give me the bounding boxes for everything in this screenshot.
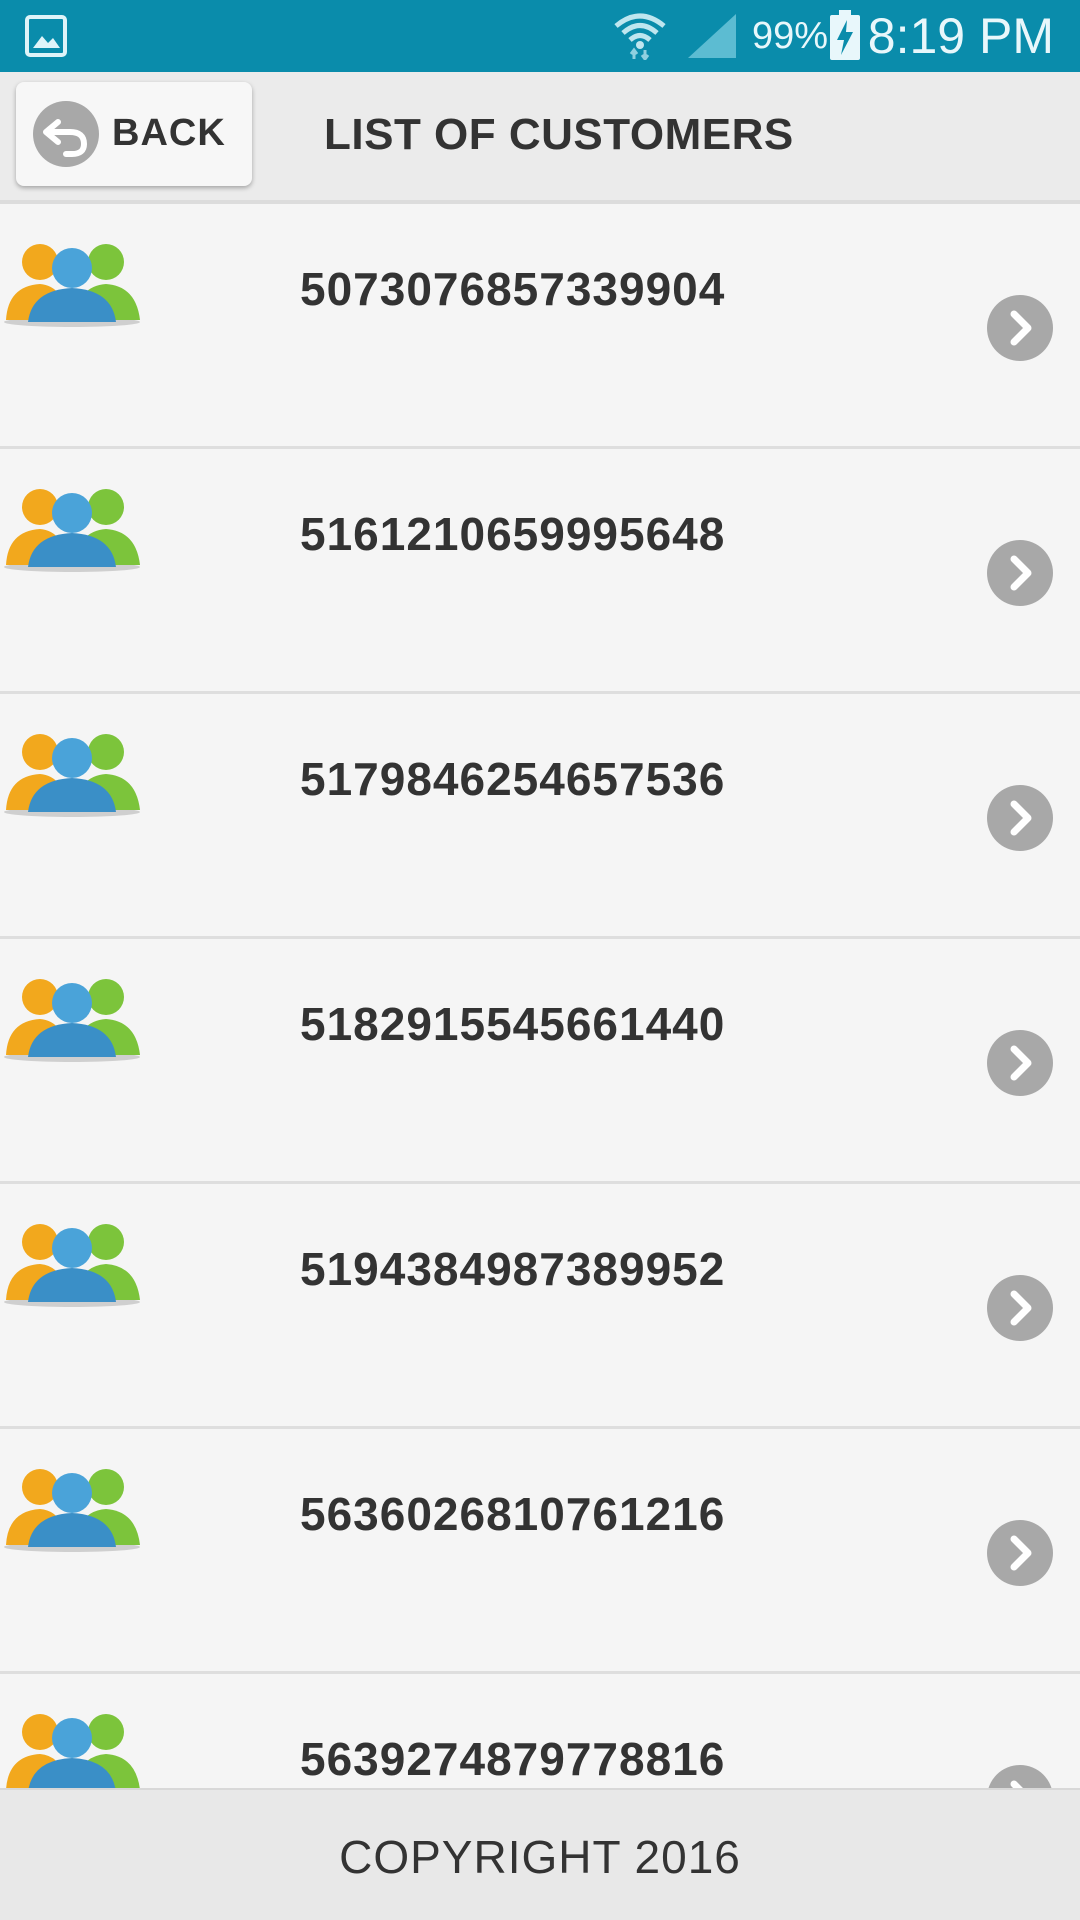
battery-percent: 99% [752, 15, 829, 57]
customers-group-icon [4, 489, 140, 572]
chevron-right-icon[interactable] [986, 1029, 1054, 1097]
signal-icon [688, 14, 736, 58]
customer-id: 5639274879778816 [300, 1733, 726, 1785]
customers-group-icon [4, 244, 140, 327]
list-item[interactable]: 5182915545661440 [0, 939, 1080, 1184]
customer-id: 5182915545661440 [300, 998, 726, 1050]
chevron-right-icon[interactable] [986, 784, 1054, 852]
customers-group-icon [4, 1469, 140, 1552]
page-title: LIST OF CUSTOMERS [324, 110, 794, 159]
list-item[interactable]: 5639274879778816 [0, 1674, 1080, 1788]
back-arrow-icon [33, 101, 99, 167]
customers-group-icon [4, 734, 140, 817]
customers-group-icon [6, 1714, 140, 1788]
list-item[interactable]: 5179846254657536 [0, 694, 1080, 939]
customer-id: 5194384987389952 [300, 1243, 726, 1295]
chevron-right-icon[interactable] [986, 539, 1054, 607]
customers-group-icon [4, 979, 140, 1062]
customer-id: 5636026810761216 [300, 1488, 726, 1540]
app-header: BACK LIST OF CUSTOMERS [0, 72, 1080, 204]
list-item[interactable]: 5636026810761216 [0, 1429, 1080, 1674]
customer-id: 5073076857339904 [300, 263, 726, 315]
back-button[interactable]: BACK [16, 82, 252, 186]
wifi-icon [614, 13, 666, 60]
chevron-right-icon[interactable] [986, 1764, 1054, 1788]
battery-charging-icon [830, 10, 860, 60]
footer: COPYRIGHT 2016 [0, 1788, 1080, 1920]
customer-id: 5179846254657536 [300, 753, 726, 805]
customers-group-icon [4, 1224, 140, 1307]
customer-id: 5161210659995648 [300, 508, 726, 560]
status-bar: 99% 8:19 PM [0, 0, 1080, 72]
chevron-right-icon[interactable] [986, 1519, 1054, 1587]
copyright-text: COPYRIGHT 2016 [339, 1831, 741, 1883]
customer-list[interactable]: 5073076857339904 5161210659995648 517984… [0, 204, 1080, 1788]
chevron-right-icon[interactable] [986, 294, 1054, 362]
list-item[interactable]: 5161210659995648 [0, 449, 1080, 694]
clock: 8:19 PM [867, 8, 1054, 64]
list-item[interactable]: 5194384987389952 [0, 1184, 1080, 1429]
chevron-right-icon[interactable] [986, 1274, 1054, 1342]
gallery-icon [25, 15, 67, 57]
list-item[interactable]: 5073076857339904 [0, 204, 1080, 449]
back-button-label: BACK [112, 112, 226, 154]
